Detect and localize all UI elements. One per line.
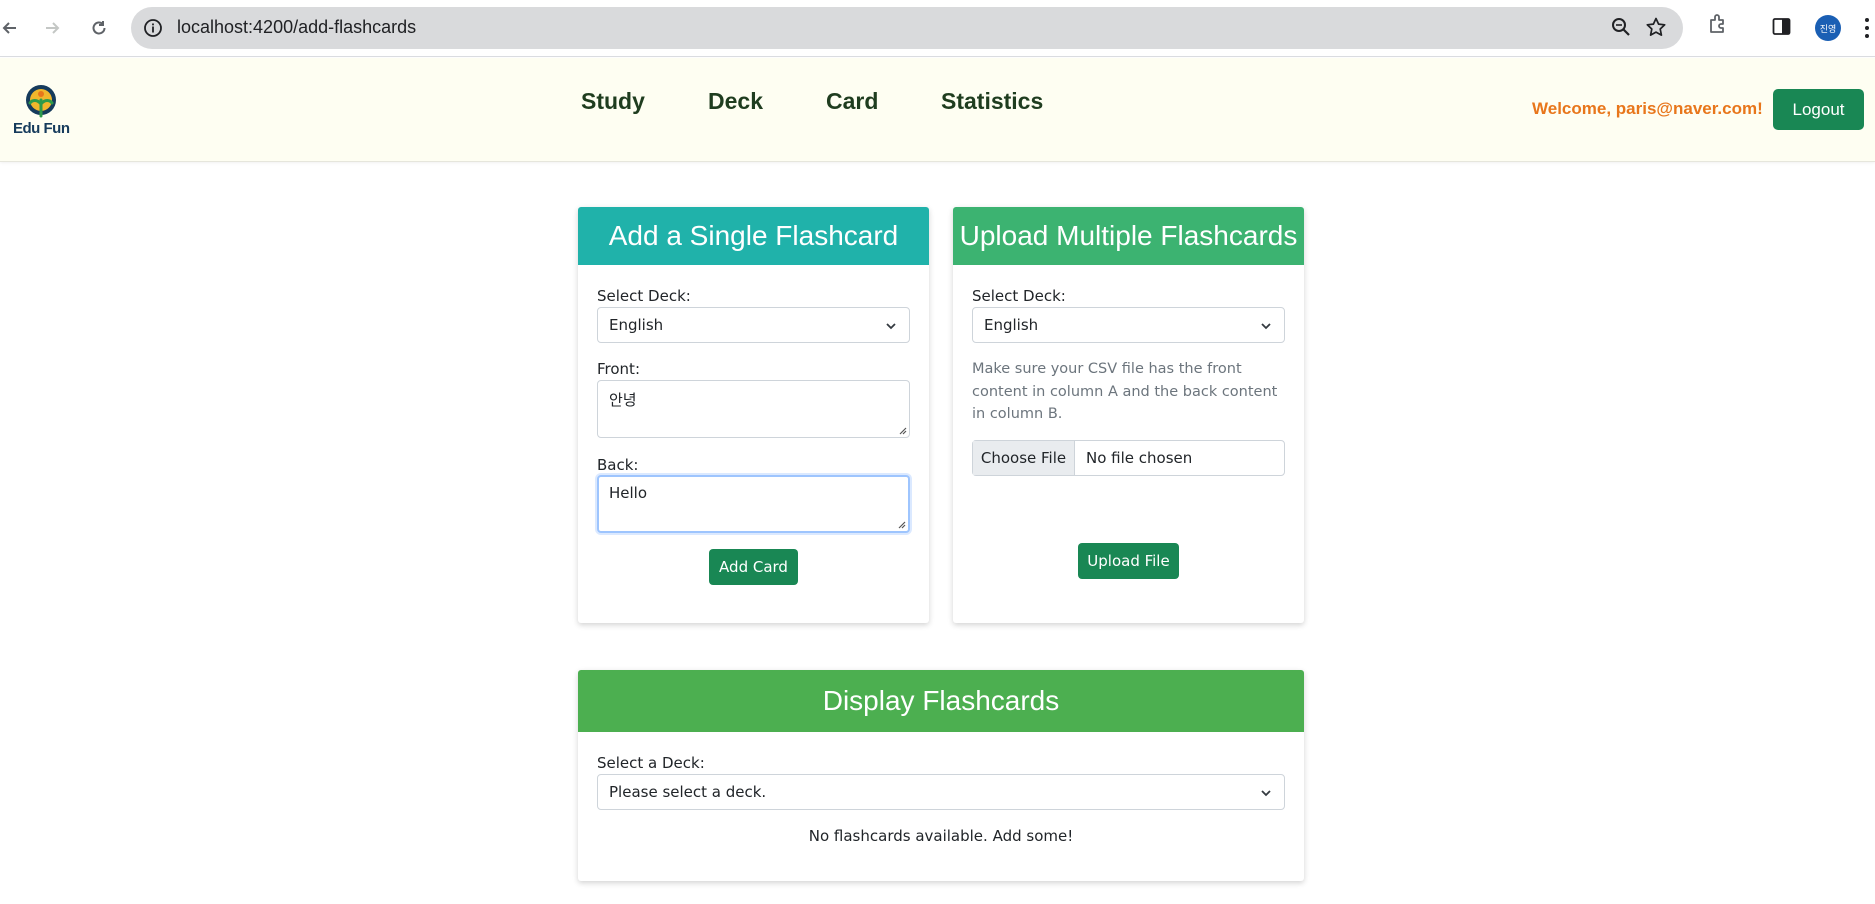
bookmark-star-icon[interactable] <box>1645 16 1667 42</box>
side-panel-icon[interactable] <box>1771 16 1793 42</box>
upload-file-button[interactable]: Upload File <box>1078 543 1179 579</box>
display-card-title: Display Flashcards <box>578 670 1304 732</box>
upload-card-title: Upload Multiple Flashcards <box>953 207 1304 265</box>
front-label: Front: <box>597 360 640 378</box>
chevron-down-icon <box>1261 790 1271 797</box>
app-header: Edu Fun Study Deck Card Statistics Welco… <box>0 58 1875 162</box>
upload-deck-value: English <box>984 316 1039 334</box>
logout-button[interactable]: Logout <box>1773 89 1864 130</box>
nav-study[interactable]: Study <box>581 88 645 115</box>
display-deck-select[interactable]: Please select a deck. <box>597 774 1285 810</box>
deck-select-label: Select Deck: <box>597 287 691 305</box>
address-bar[interactable]: localhost:4200/add-flashcards <box>131 7 1683 49</box>
back-textarea[interactable]: Hello <box>597 475 910 533</box>
csv-file-input[interactable]: Choose File No file chosen <box>972 440 1285 476</box>
upload-deck-label: Select Deck: <box>972 287 1066 305</box>
display-deck-label: Select a Deck: <box>597 754 705 772</box>
welcome-message: Welcome, paris@naver.com! <box>1532 99 1763 118</box>
nav-statistics[interactable]: Statistics <box>941 88 1043 115</box>
upload-flashcards-card: Upload Multiple Flashcards Select Deck: … <box>953 207 1304 623</box>
chevron-down-icon <box>886 323 896 330</box>
nav-card[interactable]: Card <box>826 88 878 115</box>
display-flashcards-card: Display Flashcards Select a Deck: Please… <box>578 670 1304 881</box>
add-card-button[interactable]: Add Card <box>709 549 798 585</box>
zoom-icon[interactable] <box>1611 17 1631 41</box>
back-label: Back: <box>597 456 639 474</box>
browser-toolbar: localhost:4200/add-flashcards 진영 <box>0 0 1875 57</box>
back-value: Hello <box>609 484 648 502</box>
resize-grip-icon[interactable] <box>897 425 907 435</box>
logo-text: Edu Fun <box>13 120 70 137</box>
resize-grip-icon[interactable] <box>896 519 906 529</box>
extensions-icon[interactable] <box>1706 12 1730 40</box>
front-textarea[interactable]: 안녕 <box>597 380 910 438</box>
forward-icon[interactable] <box>38 14 66 42</box>
profile-avatar[interactable]: 진영 <box>1815 15 1841 41</box>
choose-file-button[interactable]: Choose File <box>973 441 1075 475</box>
csv-hint: Make sure your CSV file has the front co… <box>972 361 1278 422</box>
display-deck-placeholder: Please select a deck. <box>609 783 767 801</box>
back-icon[interactable] <box>0 14 24 42</box>
single-flashcard-card: Add a Single Flashcard Select Deck: Engl… <box>578 207 929 623</box>
upload-deck-select[interactable]: English <box>972 307 1285 343</box>
chevron-down-icon <box>1261 323 1271 330</box>
nav-deck[interactable]: Deck <box>708 88 763 115</box>
single-card-title: Add a Single Flashcard <box>578 207 929 265</box>
reload-icon[interactable] <box>85 14 113 42</box>
site-info-icon[interactable] <box>143 18 163 42</box>
front-value: 안녕 <box>609 391 637 409</box>
deck-select-value: English <box>609 316 664 334</box>
url-text: localhost:4200/add-flashcards <box>177 17 417 37</box>
deck-select[interactable]: English <box>597 307 910 343</box>
file-status: No file chosen <box>1086 449 1193 467</box>
empty-flashcards-message: No flashcards available. Add some! <box>808 827 1074 845</box>
menu-kebab-icon[interactable] <box>1863 17 1871 43</box>
